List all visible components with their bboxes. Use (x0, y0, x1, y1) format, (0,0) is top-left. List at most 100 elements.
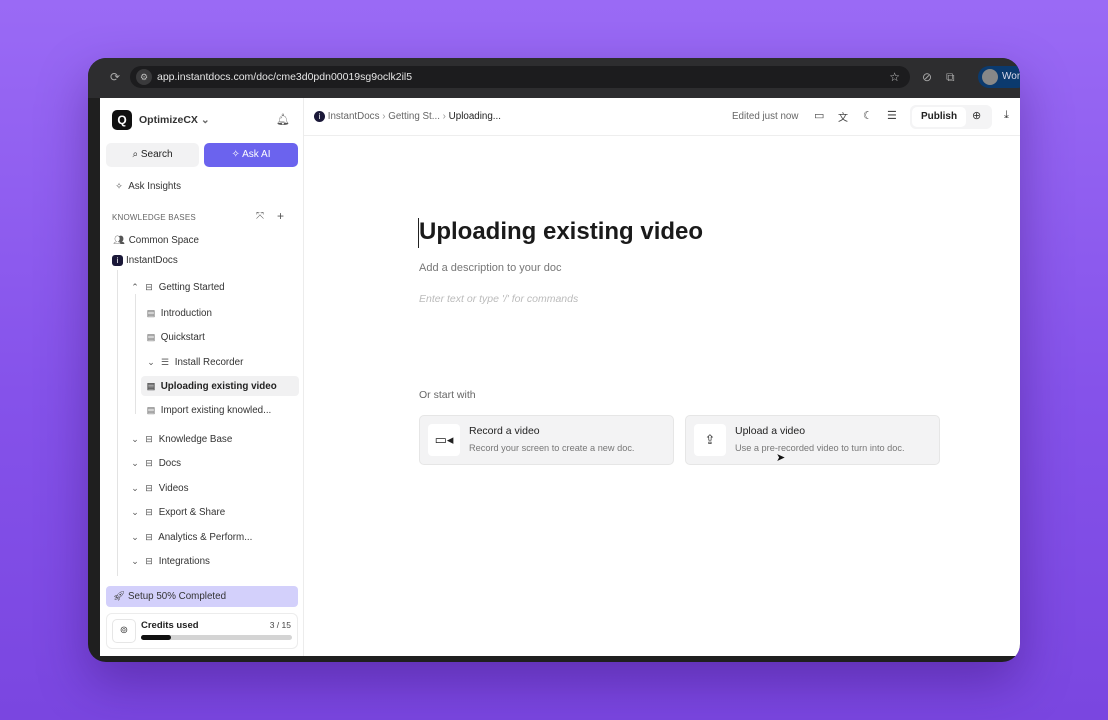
chevron-down-icon: ⌄ (131, 556, 139, 566)
tree-item-import-existing[interactable]: ▤ Import existing knowled... (144, 400, 272, 420)
folder-tree-icon: ⊟ (145, 458, 153, 468)
search-label: Search (140, 149, 173, 160)
tree-item-integrations[interactable]: ⌄ ⊟ Integrations (128, 551, 210, 571)
upload-video-card[interactable]: ⇪ Upload a video Use a pre-recorded vide… (685, 415, 940, 465)
profile-label: Wor (1002, 71, 1020, 82)
card-title: Record a video (469, 425, 540, 437)
app: Q OptimizeCX ⌄ 🔔︎ ⌕ Search ✧ Ask AI ✧ As… (100, 98, 1020, 656)
comment-icon[interactable]: ▭ (814, 109, 824, 122)
doc-title[interactable]: Uploading existing video (419, 218, 703, 246)
extensions-icon[interactable]: ⧉ (946, 70, 955, 85)
chevron-down-icon: ⌄ (131, 532, 139, 542)
rocket-icon: 🚀︎ (113, 591, 126, 602)
mouse-cursor-icon: ➤ (776, 452, 786, 464)
kb-label: InstantDocs (126, 255, 178, 266)
video-camera-icon: ▭◂ (428, 424, 460, 456)
sidebar: Q OptimizeCX ⌄ 🔔︎ ⌕ Search ✧ Ask AI ✧ As… (100, 98, 304, 656)
tree-label: Analytics & Perform... (158, 532, 253, 543)
tree-label: Introduction (160, 308, 212, 319)
compass-icon[interactable]: ⊘ (922, 70, 932, 84)
tree-label: Import existing knowled... (160, 405, 272, 416)
list-icon[interactable]: ☰ (887, 109, 897, 122)
sparkle-icon: ✧ (231, 149, 240, 160)
coins-icon: ⊚ (112, 619, 136, 643)
tree-item-getting-started[interactable]: ⌃ ⊟ Getting Started (128, 277, 224, 297)
edit-status: Edited just now (732, 111, 799, 122)
chevron-down-icon: ⌄ (131, 483, 139, 493)
card-desc: Use a pre-recorded video to turn into do… (735, 443, 905, 453)
breadcrumb: i InstantDocs › Getting St... › Uploadin… (314, 111, 501, 122)
ask-ai-button[interactable]: ✧ Ask AI (204, 143, 298, 167)
document-icon: ▤ (146, 308, 156, 318)
tree-label: Uploading existing video (160, 381, 277, 392)
breadcrumb-item[interactable]: InstantDocs (328, 111, 380, 122)
tree-item-knowledge-base[interactable]: ⌄ ⊟ Knowledge Base (128, 429, 232, 449)
bell-icon[interactable]: 🔔︎ (276, 113, 290, 126)
tree-label: Knowledge Base (158, 434, 233, 445)
breadcrumb-current: Uploading... (448, 111, 501, 122)
body-editor[interactable]: Enter text or type '/' for commands (419, 293, 578, 305)
collapse-all-icon[interactable]: ⤧ (256, 211, 264, 222)
folder-tree-icon: ⊟ (145, 532, 153, 542)
add-icon[interactable]: + (277, 209, 284, 223)
search-icon: ⌕ (132, 149, 139, 160)
bookmark-star-icon[interactable]: ☆ (889, 66, 900, 88)
browser-toolbar: ⟳ ⚙ app.instantdocs.com/doc/cme3d0pdn000… (88, 58, 1020, 98)
tree-item-videos[interactable]: ⌄ ⊟ Videos (128, 478, 189, 498)
card-desc: Record your screen to create a new doc. (469, 443, 635, 453)
credits-label: Credits used (141, 620, 199, 631)
chevron-down-icon: ⌄ (147, 357, 155, 367)
tree-item-introduction[interactable]: ▤ Introduction (144, 303, 212, 323)
common-space-label: Common Space (128, 235, 199, 246)
ask-ai-label: Ask AI (242, 149, 271, 160)
breadcrumb-item[interactable]: Getting St... (388, 111, 440, 122)
top-bar: i InstantDocs › Getting St... › Uploadin… (304, 98, 1020, 136)
browser-window: ⟳ ⚙ app.instantdocs.com/doc/cme3d0pdn000… (88, 58, 1020, 662)
chevron-down-icon: ⌄ (131, 507, 139, 517)
chevron-up-icon: ⌃ (131, 282, 139, 292)
tree-item-install-recorder[interactable]: ⌄ ☰ Install Recorder (144, 352, 243, 372)
tree-item-docs[interactable]: ⌄ ⊟ Docs (128, 453, 181, 473)
folder-tree-icon: ⊟ (145, 282, 153, 292)
folder-tree-icon: ⊟ (145, 507, 153, 517)
record-video-card[interactable]: ▭◂ Record a video Record your screen to … (419, 415, 674, 465)
folder-tree-icon: ⊟ (145, 556, 153, 566)
tree-item-quickstart[interactable]: ▤ Quickstart (144, 327, 205, 347)
moon-icon[interactable]: ☾ (863, 109, 873, 122)
users-icon: 👥︎ (113, 235, 125, 245)
globe-icon[interactable]: ⊕ (972, 109, 981, 122)
card-title: Upload a video (735, 425, 806, 437)
tree-item-export-share[interactable]: ⌄ ⊟ Export & Share (128, 502, 225, 522)
sidebar-item-instantdocs[interactable]: i InstantDocs (112, 251, 178, 271)
reload-icon[interactable]: ⟳ (110, 70, 120, 84)
document-icon: ▤ (146, 332, 156, 342)
tree-item-analytics[interactable]: ⌄ ⊟ Analytics & Perform... (128, 527, 252, 547)
instantdocs-icon: i (112, 255, 123, 266)
avatar (982, 69, 998, 85)
workspace-switcher[interactable]: OptimizeCX ⌄ (139, 114, 210, 126)
tree-item-uploading-existing-video[interactable]: ▤ Uploading existing video (141, 376, 299, 396)
publish-button[interactable]: Publish (912, 107, 966, 127)
profile-button[interactable]: Wor (978, 66, 1020, 88)
description-input[interactable]: Add a description to your doc (419, 262, 561, 274)
tree-label: Videos (158, 483, 189, 494)
download-icon[interactable]: ⤓ (1004, 109, 1009, 122)
document-icon: ▤ (146, 381, 156, 391)
translate-icon[interactable]: 文 (838, 109, 848, 124)
tree-label: Export & Share (158, 507, 226, 518)
site-settings-icon[interactable]: ⚙ (136, 69, 152, 85)
sparkle-icon: ✧ (115, 181, 123, 191)
tree-label: Install Recorder (174, 357, 244, 368)
sidebar-item-common-space[interactable]: 👥︎ Common Space (112, 230, 199, 250)
folder-tree-icon: ⊟ (145, 434, 153, 444)
ask-insights[interactable]: ✧ Ask Insights (112, 176, 181, 196)
stack-icon: ☰ (160, 357, 170, 367)
search-button[interactable]: ⌕ Search (106, 143, 199, 167)
instantdocs-icon: i (314, 111, 325, 122)
workspace-logo: Q (112, 110, 132, 130)
credits-panel: ⊚ Credits used 3 / 15 (106, 613, 298, 649)
address-bar[interactable]: ⚙ app.instantdocs.com/doc/cme3d0pdn00019… (130, 66, 910, 88)
tree-label: Quickstart (160, 332, 205, 343)
section-title: KNOWLEDGE BASES (112, 213, 196, 222)
setup-progress-button[interactable]: 🚀︎ Setup 50% Completed (106, 586, 298, 607)
